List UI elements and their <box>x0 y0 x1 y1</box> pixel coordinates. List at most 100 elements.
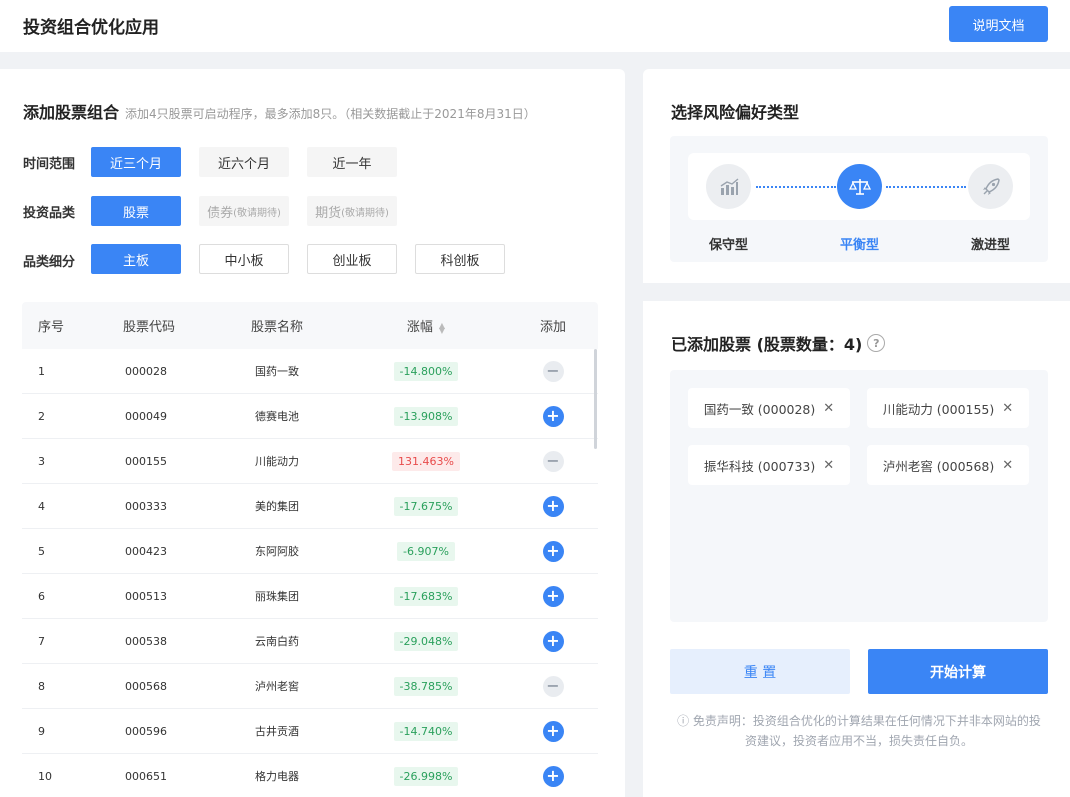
row-change-cell: -17.683% <box>344 586 508 606</box>
plus-icon[interactable]: + <box>542 540 564 562</box>
sub-gem-chip[interactable]: 创业板 <box>307 244 397 274</box>
row-index: 6 <box>38 589 45 603</box>
table-header: 序号 股票代码 股票名称 涨幅 ▲ ▼ 添加 <box>22 302 598 349</box>
plus-icon[interactable]: + <box>542 765 564 787</box>
change-badge: -29.048% <box>393 631 459 651</box>
row-name: 格力电器 <box>255 770 299 783</box>
row-action-cell: + <box>508 765 598 787</box>
row-change-cell: -14.800% <box>344 361 508 381</box>
product-futures-label: 期货 <box>315 205 342 221</box>
balanced-option[interactable] <box>837 164 882 209</box>
row-change-cell: 131.463% <box>344 451 508 471</box>
stock-tag: 川能动力 (000155) ✕ <box>867 388 1029 428</box>
row-action-cell: + <box>508 495 598 517</box>
aggressive-label: 激进型 <box>971 238 1011 253</box>
stock-tag: 泸州老窖 (000568) ✕ <box>867 445 1029 485</box>
product-type-label: 投资品类 <box>23 206 76 221</box>
table-row: 2 000049 德赛电池 -13.908% + <box>22 394 598 439</box>
top-bar: 投资组合优化应用 说明文档 <box>0 0 1070 52</box>
close-icon[interactable]: ✕ <box>823 401 834 416</box>
reset-button[interactable]: 重 置 <box>670 649 850 694</box>
row-change-cell: -26.998% <box>344 766 508 786</box>
row-code: 000049 <box>125 409 167 423</box>
calculate-button[interactable]: 开始计算 <box>868 649 1048 694</box>
header-add: 添加 <box>539 320 566 335</box>
minus-icon[interactable]: − <box>542 450 564 472</box>
row-change-cell: -14.740% <box>344 721 508 741</box>
row-name: 川能动力 <box>255 455 299 468</box>
rocket-icon <box>982 177 1000 195</box>
disclaimer: ⓘ 免责声明：投资组合优化的计算结果在任何情况下并非本网站的投资建议，投资者应用… <box>677 714 1041 748</box>
plus-icon[interactable]: + <box>542 585 564 607</box>
stock-tag: 振华科技 (000733) ✕ <box>688 445 850 485</box>
section-subtitle: 添加4只股票可启动程序，最多添加8只。（相关数据截止于2021年8月31日） <box>125 107 536 121</box>
table-row: 4 000333 美的集团 -17.675% + <box>22 484 598 529</box>
table-row: 7 000538 云南白药 -29.048% + <box>22 619 598 664</box>
row-change-cell: -17.675% <box>344 496 508 516</box>
sort-icon[interactable]: ▲ ▼ <box>439 321 445 334</box>
row-index: 5 <box>38 544 45 558</box>
risk-panel: 选择风险偏好类型 保守型 平衡型 激进型 <box>643 69 1070 283</box>
minus-icon[interactable]: − <box>542 360 564 382</box>
row-action-cell: + <box>508 630 598 652</box>
change-badge: -13.908% <box>393 406 459 426</box>
table-scrollbar[interactable] <box>594 349 597 449</box>
risk-connector-right <box>886 186 966 188</box>
row-index: 7 <box>38 634 45 648</box>
stock-table: 序号 股票代码 股票名称 涨幅 ▲ ▼ 添加 1 000028 国药一致 -14.800%… <box>22 302 598 797</box>
header-change-label: 涨幅 <box>406 320 433 335</box>
header-code: 股票代码 <box>123 320 176 335</box>
sub-star-chip[interactable]: 科创板 <box>415 244 505 274</box>
time-3m-chip[interactable]: 近三个月 <box>91 147 181 177</box>
app-title: 投资组合优化应用 <box>23 18 159 38</box>
time-6m-chip[interactable]: 近六个月 <box>199 147 289 177</box>
sub-sme-chip[interactable]: 中小板 <box>199 244 289 274</box>
table-row: 9 000596 古井贡酒 -14.740% + <box>22 709 598 754</box>
close-icon[interactable]: ✕ <box>823 458 834 473</box>
risk-selector: 保守型 平衡型 激进型 <box>670 136 1048 262</box>
row-code: 000028 <box>125 364 167 378</box>
doc-button[interactable]: 说明文档 <box>949 6 1048 42</box>
chart-icon <box>720 177 738 195</box>
stock-tag-label: 国药一致 (000028) <box>703 401 816 417</box>
risk-track <box>688 153 1030 220</box>
row-code: 000155 <box>125 454 167 468</box>
aggressive-option[interactable] <box>968 164 1013 209</box>
plus-icon[interactable]: + <box>542 495 564 517</box>
product-bond-label: 债券 <box>207 205 234 221</box>
row-name: 泸州老窖 <box>255 680 299 693</box>
product-stock-chip[interactable]: 股票 <box>91 196 181 226</box>
help-icon[interactable]: ? <box>867 334 886 352</box>
minus-icon[interactable]: − <box>542 675 564 697</box>
row-index: 4 <box>38 499 45 513</box>
change-badge: -14.800% <box>393 361 459 381</box>
sub-main-chip[interactable]: 主板 <box>91 244 181 274</box>
risk-title: 选择风险偏好类型 <box>671 103 800 122</box>
time-1y-chip[interactable]: 近一年 <box>307 147 397 177</box>
close-icon[interactable]: ✕ <box>1002 401 1013 416</box>
change-badge: -6.907% <box>397 541 455 561</box>
added-stock-list: 国药一致 (000028) ✕ 川能动力 (000155) ✕ 振华科技 (0007… <box>670 370 1048 622</box>
row-action-cell: − <box>508 450 598 472</box>
row-action-cell: + <box>508 540 598 562</box>
row-change-cell: -13.908% <box>344 406 508 426</box>
change-badge: -38.785% <box>393 676 459 696</box>
row-code: 000513 <box>125 589 167 603</box>
change-badge: 131.463% <box>392 451 460 471</box>
plus-icon[interactable]: + <box>542 720 564 742</box>
table-row: 1 000028 国药一致 -14.800% − <box>22 349 598 394</box>
conservative-option[interactable] <box>706 164 751 209</box>
plus-icon[interactable]: + <box>542 630 564 652</box>
header-change[interactable]: 涨幅 ▲ ▼ <box>344 316 508 335</box>
row-index: 9 <box>38 724 45 738</box>
table-row: 3 000155 川能动力 131.463% − <box>22 439 598 484</box>
row-index: 3 <box>38 454 45 468</box>
row-change-cell: -6.907% <box>344 541 508 561</box>
row-action-cell: − <box>508 360 598 382</box>
change-badge: -26.998% <box>393 766 459 786</box>
product-futures-chip: 期货 (敬请期待) <box>307 196 397 226</box>
plus-icon[interactable]: + <box>542 405 564 427</box>
add-stock-panel: 添加股票组合 添加4只股票可启动程序，最多添加8只。（相关数据截止于2021年8月… <box>0 69 625 797</box>
close-icon[interactable]: ✕ <box>1002 458 1013 473</box>
added-title: 已添加股票 (股票数量：4) ? <box>671 331 886 355</box>
